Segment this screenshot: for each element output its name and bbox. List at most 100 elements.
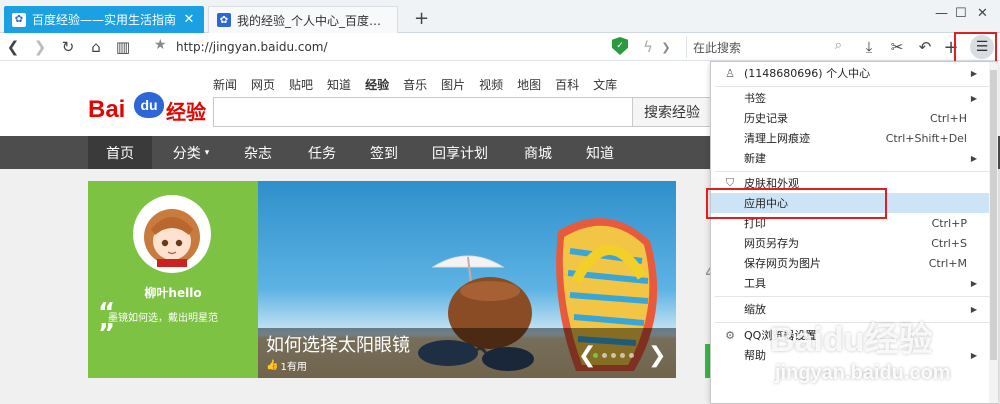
nav-link[interactable]: 地图 [517,76,541,93]
logo-bai: Bai [88,96,126,123]
search-experience-button[interactable]: 搜索经验 [632,97,712,127]
address-bar[interactable]: ★ http://jingyan.baidu.com/ [150,36,670,58]
minimize-icon[interactable]: — [935,6,948,21]
banner-next-icon[interactable]: ❯ [648,343,666,368]
close-icon[interactable]: ✕ [182,12,196,27]
nav-link[interactable]: 网页 [251,76,275,93]
scissors-icon[interactable]: ✂ [887,37,907,57]
logo-jingyan: 经验 [166,100,206,124]
chevron-right-icon[interactable]: ❯ [656,37,676,57]
menu-item-label: 新建 [744,152,766,165]
menu-item-zoom[interactable]: 缩放 ▶ [711,299,997,319]
thumbs-up-icon: 👍 [266,360,279,371]
navbar-item-checkin[interactable]: 签到 [356,136,412,169]
menu-shortcut: Ctrl+H [929,111,967,125]
banner-dot[interactable] [629,353,634,358]
banner-dots [593,353,634,358]
menu-shortcut: Ctrl+M [928,256,967,270]
gear-icon: ⚙ [725,328,735,342]
menu-item-label: 清理上网痕迹 [744,132,810,145]
menu-item-personal-center[interactable]: ♙ (1148680696) 个人中心 ▶ [711,63,997,83]
nav-link[interactable]: 百科 [555,76,579,93]
nav-link[interactable]: 音乐 [403,76,427,93]
nav-link[interactable]: 知道 [327,76,351,93]
baidu-paw-icon: ✿ [12,12,26,27]
banner-meta: 👍 1有用 [266,358,307,373]
menu-item-label: 历史记录 [744,112,788,125]
nav-link-current[interactable]: 经验 [365,76,389,93]
banner-dot[interactable] [620,353,625,358]
submenu-arrow-icon: ▶ [970,304,977,314]
menu-item-label: 缩放 [744,303,766,316]
avatar[interactable] [133,195,211,273]
submenu-arrow-icon: ▶ [970,68,977,78]
tab-baidu-jingyan[interactable]: ✿ 百度经验——实用生活指南 ✕ [4,6,204,33]
menu-separator [715,171,993,172]
browser-toolbar: ❮ ❯ ↻ ⌂ ▥ ★ http://jingyan.baidu.com/ ϟ … [0,33,1000,61]
nav-link[interactable]: 图片 [441,76,465,93]
menu-item-help[interactable]: 帮助 ▶ [711,345,997,365]
navbar-item-share-plan[interactable]: 回享计划 [420,136,500,169]
forward-icon[interactable]: ❯ [30,37,50,57]
lightning-icon[interactable]: ϟ [638,37,658,57]
menu-shortcut: Ctrl+Shift+Del [885,131,967,145]
menu-shortcut: Ctrl+S [931,236,967,250]
maximize-icon[interactable]: ☐ [955,6,967,21]
menu-item-tools[interactable]: 工具 ▶ [711,273,997,293]
navbar-item-mall[interactable]: 商城 [510,136,566,169]
menu-separator [715,322,993,323]
experience-search-input[interactable] [213,97,633,127]
home-icon[interactable]: ⌂ [86,37,106,57]
navbar-item-zhidao[interactable]: 知道 [572,136,628,169]
nav-link[interactable]: 文库 [593,76,617,93]
navbar-item-magazine[interactable]: 杂志 [230,136,286,169]
annotation-box-app-center [706,188,887,219]
scrollbar-thumb[interactable] [990,70,997,360]
banner-dot[interactable] [593,353,598,358]
product-nav: 新闻 网页 贴吧 知道 经验 音乐 图片 视频 地图 百科 文库 [213,76,617,93]
banner-dot[interactable] [611,353,616,358]
menu-shortcut: Ctrl+P [931,216,967,230]
menu-item-new[interactable]: 新建 ▶ [711,148,997,168]
navbar-item-category[interactable]: 分类 ▾ [155,136,227,169]
banner-title[interactable]: 如何选择太阳眼镜 [266,331,410,357]
banner-likes: 1有用 [280,362,307,373]
menu-item-bookmarks[interactable]: 书签 ▶ [711,88,997,108]
nav-link[interactable]: 视频 [479,76,503,93]
profile-quote: 墨镜如何选，戴出明星范 [108,313,218,324]
refresh-icon[interactable]: ↻ [58,37,78,57]
new-tab-icon[interactable]: + [414,8,429,29]
menu-separator [715,86,993,87]
search-icon[interactable]: ⌕ [835,38,842,53]
download-icon[interactable]: ⤓ [859,37,879,57]
star-icon[interactable]: ★ [154,37,167,53]
menu-item-label: 帮助 [744,349,766,362]
browser-main-menu: ♙ (1148680696) 个人中心 ▶ 书签 ▶ 历史记录 Ctrl+H 清… [710,61,998,404]
navbar-item-home[interactable]: 首页 [88,136,152,169]
undo-icon[interactable]: ↶ [915,37,935,57]
menu-item-history[interactable]: 历史记录 Ctrl+H [711,108,997,128]
search-input[interactable]: 在此搜索 ⌕ [686,36,846,58]
navbar-item-task[interactable]: 任务 [292,136,352,169]
menu-item-clear-traces[interactable]: 清理上网痕迹 Ctrl+Shift+Del [711,128,997,148]
menu-item-save-as[interactable]: 网页另存为 Ctrl+S [711,233,997,253]
banner-dot[interactable] [602,353,607,358]
menu-item-save-as-image[interactable]: 保存网页为图片 Ctrl+M [711,253,997,273]
baidu-jingyan-logo[interactable]: Bai du 经验 [88,82,208,132]
menu-item-label: 工具 [744,277,766,290]
nav-link[interactable]: 贴吧 [289,76,313,93]
menu-item-label: 网页另存为 [744,237,799,250]
menu-separator [715,296,993,297]
navbar-item-label: 分类 [172,145,201,162]
profile-card[interactable]: 柳叶hello “ 墨镜如何选，戴出明星范 ” [88,181,268,378]
menu-scrollbar[interactable] [989,62,998,403]
tab-strip: ✿ 百度经验——实用生活指南 ✕ ✿ 我的经验_个人中心_百度经验 + — ☐ … [0,0,1000,33]
reading-mode-icon[interactable]: ▥ [113,37,133,57]
user-icon: ♙ [725,66,735,80]
tab-my-jingyan[interactable]: ✿ 我的经验_个人中心_百度经验 [208,6,398,33]
back-icon[interactable]: ❮ [3,37,23,57]
menu-item-settings[interactable]: ⚙ QQ浏览器设置 [711,325,997,345]
close-window-icon[interactable]: ✕ [977,6,988,21]
tab-title: 我的经验_个人中心_百度经验 [237,13,389,28]
nav-link[interactable]: 新闻 [213,76,237,93]
